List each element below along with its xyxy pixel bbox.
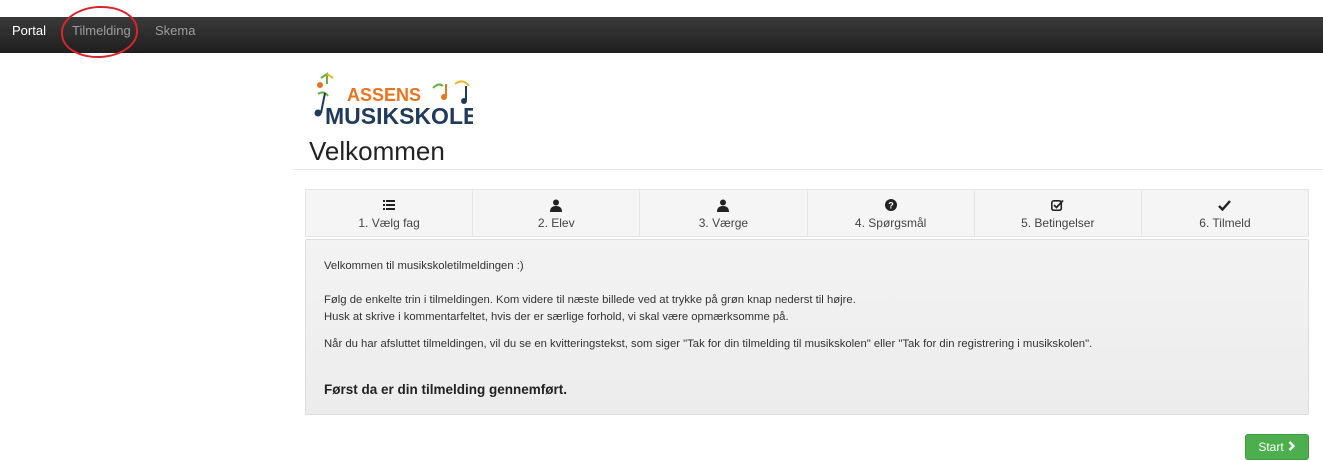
page-title: Velkommen	[309, 136, 445, 166]
step-label: 2. Elev	[537, 216, 575, 230]
assens-musikskole-logo: ASSENS MUSIKSKOLE	[313, 68, 478, 130]
step-spoergsmaal[interactable]: ? 4. Spørgsmål	[807, 190, 975, 236]
list-icon	[306, 198, 472, 212]
step-label: 6. Tilmeld	[1199, 216, 1251, 230]
instruction-text-1: Følg de enkelte trin i tilmeldingen. Kom…	[324, 294, 856, 306]
wizard-steps: 1. Vælg fag 2. Elev 3. Værge ? 4. Spørgs…	[305, 189, 1309, 237]
start-button-label: Start	[1258, 440, 1284, 454]
user-icon	[473, 198, 639, 212]
nav-skema[interactable]: Skema	[155, 17, 195, 53]
step-tilmeld[interactable]: 6. Tilmeld	[1141, 190, 1309, 236]
chevron-right-icon	[1288, 440, 1296, 454]
welcome-panel: Velkommen til musikskoletilmeldingen :) …	[305, 239, 1309, 415]
step-label: 1. Vælg fag	[358, 216, 420, 230]
step-vaelg-fag[interactable]: 1. Vælg fag	[306, 190, 474, 236]
emphasis-text: Først da er din tilmelding gennemført.	[324, 382, 568, 397]
check-icon	[1142, 198, 1308, 212]
step-label: 5. Betingelser	[1021, 216, 1095, 230]
step-label: 4. Spørgsmål	[854, 216, 927, 230]
logo-text-musikskole: MUSIKSKOLE	[325, 103, 473, 129]
check-square-icon	[975, 198, 1141, 212]
nav-portal[interactable]: Portal	[12, 17, 46, 53]
svg-text:?: ?	[888, 201, 894, 211]
intro-text: Velkommen til musikskoletilmeldingen :)	[324, 260, 524, 272]
logo-text-assens: ASSENS	[347, 85, 421, 105]
divider	[293, 169, 1323, 170]
instruction-text-2: Husk at skrive i kommentarfeltet, hvis d…	[324, 311, 789, 323]
step-vaerge[interactable]: 3. Værge	[640, 190, 808, 236]
instruction-text-3: Når du har afsluttet tilmeldingen, vil d…	[324, 338, 1093, 350]
top-navbar: Portal Tilmelding Skema	[0, 17, 1323, 53]
step-label: 3. Værge	[698, 216, 749, 230]
step-betingelser[interactable]: 5. Betingelser	[974, 190, 1142, 236]
question-circle-icon: ?	[808, 198, 974, 212]
start-button[interactable]: Start	[1245, 434, 1309, 460]
user-icon	[640, 198, 806, 212]
step-elev[interactable]: 2. Elev	[473, 190, 641, 236]
